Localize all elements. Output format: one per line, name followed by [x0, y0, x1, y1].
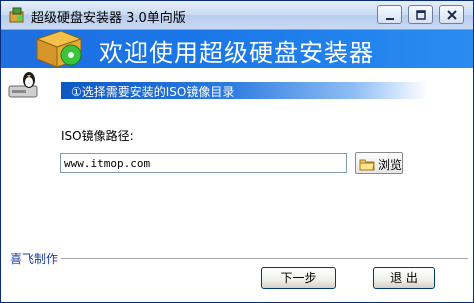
next-button[interactable]: 下一步	[261, 267, 336, 289]
maximize-icon	[416, 10, 426, 20]
iso-path-label: ISO镜像路径:	[61, 129, 134, 143]
installer-window: 超级硬盘安装器 3.0单向版 欢迎使用超级硬盘安装器 ①选择需要安装的ISO镜像…	[0, 0, 474, 303]
close-icon	[447, 10, 457, 20]
penguin-icon	[7, 70, 41, 100]
step-banner: ①选择需要安装的ISO镜像目录	[61, 82, 428, 99]
exit-button[interactable]: 退 出	[373, 267, 435, 289]
banner-heading: 欢迎使用超级硬盘安装器	[99, 39, 374, 67]
folder-icon	[359, 157, 375, 174]
minimize-button[interactable]	[377, 5, 402, 24]
iso-path-input[interactable]	[60, 153, 347, 173]
software-box-icon	[31, 25, 87, 69]
maximize-button[interactable]	[408, 5, 433, 24]
window-title: 超级硬盘安装器 3.0单向版	[31, 11, 186, 26]
browse-button[interactable]: 浏览	[355, 152, 403, 174]
step-label: ①选择需要安装的ISO镜像目录	[71, 85, 235, 99]
minimize-icon	[386, 18, 394, 20]
credit-text: 喜飞制作	[10, 252, 59, 266]
close-button[interactable]	[439, 5, 464, 24]
browse-label: 浏览	[378, 158, 403, 172]
app-icon	[8, 6, 26, 24]
content-area: ①选择需要安装的ISO镜像目录 ISO镜像路径: 浏览 喜飞制作 下一步 退 出	[1, 68, 473, 302]
footer-divider	[61, 258, 468, 259]
